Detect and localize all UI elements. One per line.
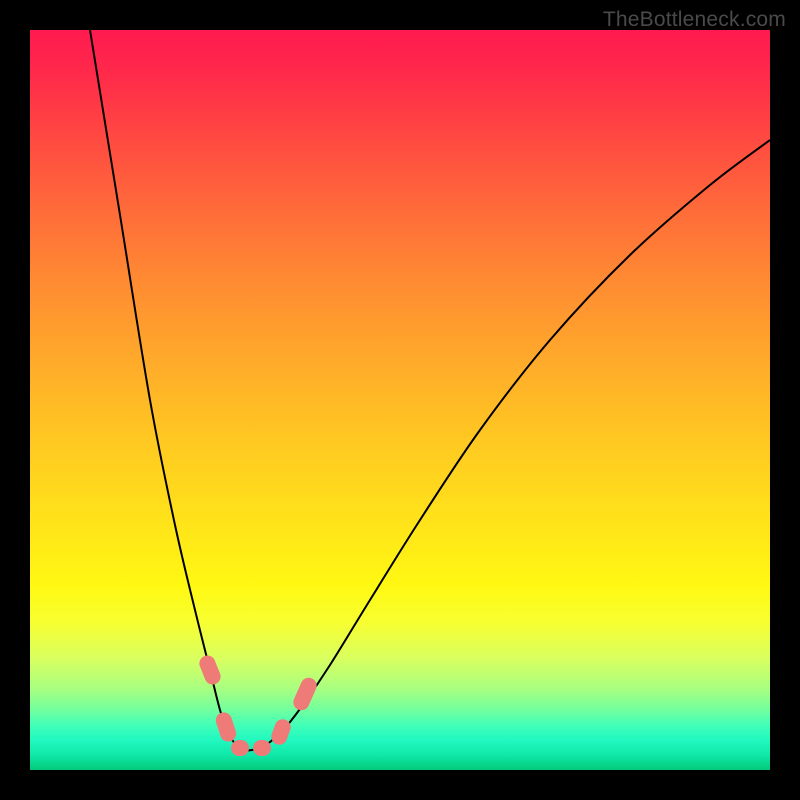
- chart-frame: TheBottleneck.com: [0, 0, 800, 800]
- plot-area: [30, 30, 770, 770]
- marker-left-low: [214, 710, 238, 743]
- watermark-text: TheBottleneck.com: [603, 8, 786, 32]
- marker-left-high: [197, 653, 223, 687]
- bottleneck-curve: [90, 30, 770, 750]
- marker-bottom-1: [231, 740, 249, 756]
- chart-svg: [30, 30, 770, 770]
- marker-right-high: [291, 675, 319, 713]
- marker-bottom-2: [253, 740, 271, 756]
- chart-markers: [197, 653, 319, 756]
